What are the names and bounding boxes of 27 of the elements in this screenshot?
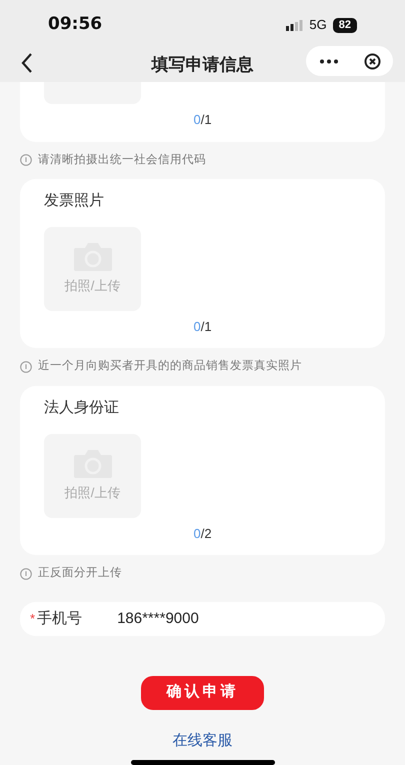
- hint-text: 请清晰拍摄出统一社会信用代码: [38, 152, 206, 168]
- hint-text: 正反面分开上传: [38, 566, 122, 581]
- status-time: 09:56: [48, 13, 102, 36]
- upload-count: 0/1: [193, 318, 212, 336]
- info-icon: [20, 360, 32, 373]
- signal-icon: [286, 20, 304, 30]
- section-title: 法人身份证: [44, 398, 120, 418]
- info-icon: [20, 154, 32, 166]
- battery-indicator: 82: [332, 18, 357, 32]
- required-mark: *: [30, 610, 36, 628]
- customer-service-link[interactable]: 在线客服: [172, 730, 232, 752]
- upload-count: 0/1: [193, 111, 212, 129]
- phone-label: 手机号: [37, 608, 84, 629]
- page-title: 填写申请信息: [152, 54, 254, 76]
- upload-count: 0/2: [193, 524, 212, 542]
- network-label: 5G: [309, 16, 327, 34]
- submit-button[interactable]: 确认申请: [141, 676, 264, 710]
- close-icon[interactable]: [364, 52, 380, 70]
- back-icon: [20, 52, 34, 74]
- section-title: 发票照片: [44, 190, 105, 211]
- upload-label: 拍照/上传: [64, 484, 120, 502]
- hint-text: 近一个月向购买者开具的的商品销售发票真实照片: [38, 358, 302, 374]
- back-button[interactable]: [20, 52, 34, 74]
- more-icon[interactable]: [318, 58, 338, 64]
- upload-label: 拍照/上传: [64, 277, 120, 295]
- info-icon: [20, 568, 32, 580]
- phone-value: 186****9000: [117, 608, 199, 629]
